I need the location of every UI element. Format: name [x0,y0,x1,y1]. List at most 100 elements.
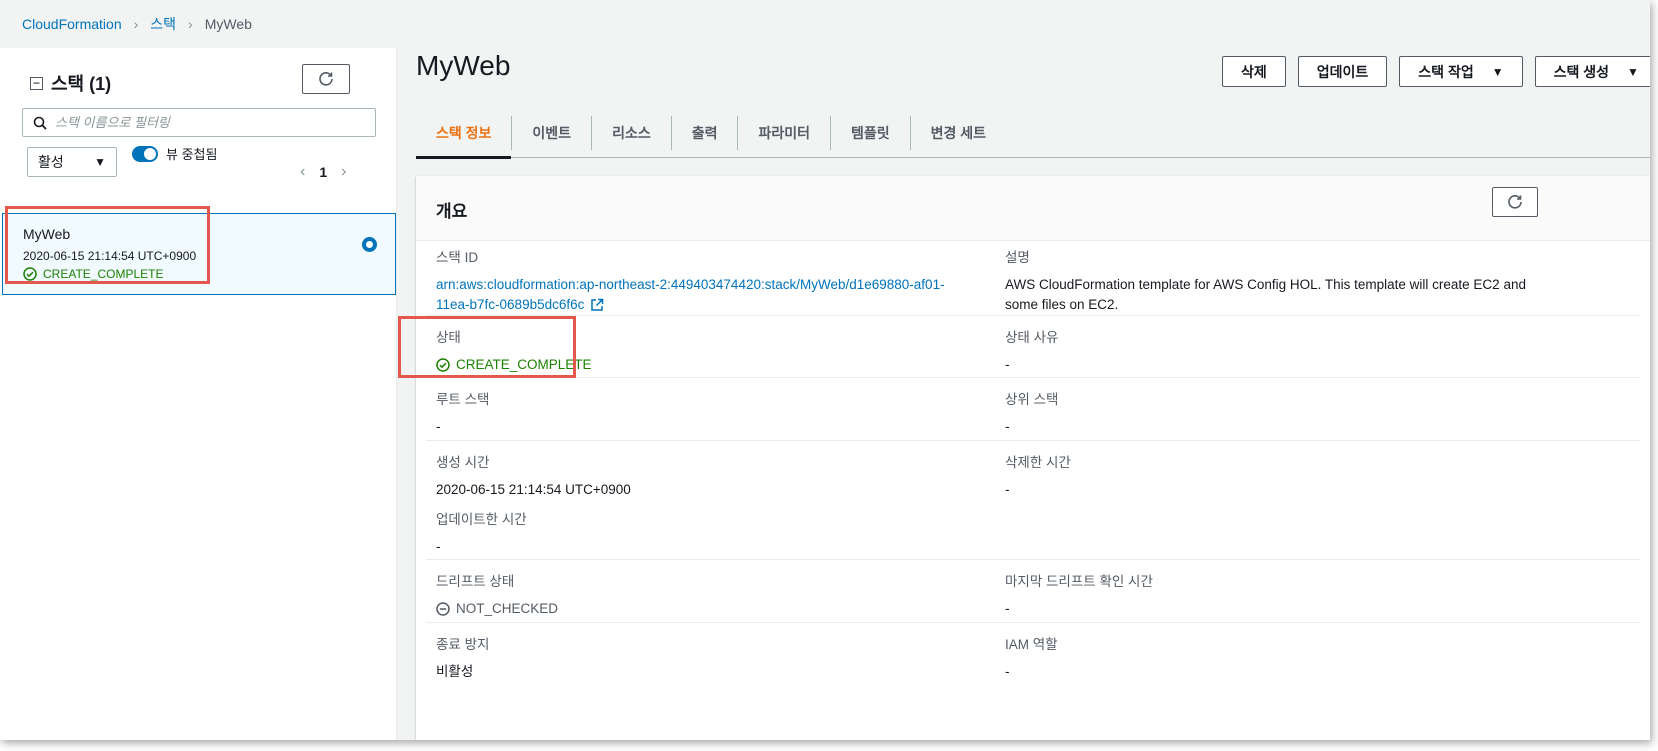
stack-actions: 삭제 업데이트 스택 작업 ▼ 스택 생성 ▼ [1222,56,1650,87]
root-stack-value: - [436,419,441,434]
refresh-icon [1508,195,1522,209]
chevron-right-icon: › [188,16,193,32]
termination-protection-field: 종료 방지 비활성 [436,633,489,682]
deleted-time-field: 삭제한 시간 - [1005,451,1071,500]
status-label: 상태 [436,330,461,345]
status-reason-value: - [1005,357,1010,372]
check-circle-icon [436,358,450,372]
root-stack-field: 루트 스택 - [436,388,489,437]
stack-actions-label: 스택 작업 [1418,63,1474,80]
drift-status-text: NOT_CHECKED [456,601,559,616]
created-time-label: 생성 시간 [436,455,490,470]
description-label: 설명 [1005,250,1030,265]
nested-view-label: 뷰 중첩됨 [166,147,218,162]
stacks-panel: − 스택 (1) 활성 ▼ 뷰 중첩됨 ‹ 1 › MyWeb 2020-06-… [0,48,397,740]
tab-outputs[interactable]: 출력 [670,116,738,150]
stack-list-item[interactable]: MyWeb 2020-06-15 21:14:54 UTC+0900 CREAT… [2,213,396,295]
status-reason-field: 상태 사유 - [1005,326,1058,375]
tab-parameters[interactable]: 파라미터 [737,116,830,150]
overview-title: 개요 [436,202,468,221]
description-line2: some files on EC2. [1005,297,1119,312]
status-value-text: CREATE_COMPLETE [456,357,592,372]
drift-status-label: 드리프트 상태 [436,574,515,589]
parent-stack-value: - [1005,419,1010,434]
breadcrumb-current: MyWeb [204,16,252,32]
stack-id-link[interactable]: 11ea-b7fc-0689b5dc6f6c [436,295,945,315]
overview-panel: 개요 스택 ID arn:aws:cloudformation:ap-north… [416,176,1650,740]
root-stack-label: 루트 스택 [436,392,490,407]
caret-down-icon: ▼ [1491,64,1504,79]
row-divider [426,440,1640,441]
tab-events[interactable]: 이벤트 [511,116,591,150]
stack-select-radio[interactable] [362,237,377,252]
stack-id-label: 스택 ID [436,250,479,265]
stacks-panel-header: − 스택 (1) [30,70,111,96]
pagination: ‹ 1 › [300,163,346,181]
create-stack-label: 스택 생성 [1553,63,1610,80]
next-page-icon[interactable]: › [341,163,346,181]
iam-role-field: IAM 역할 - [1005,633,1058,682]
current-page[interactable]: 1 [319,164,327,180]
prev-page-icon[interactable]: ‹ [300,163,305,181]
created-time-field: 생성 시간 2020-06-15 21:14:54 UTC+0900 [436,451,631,500]
deleted-time-value: - [1005,482,1010,497]
breadcrumb: CloudFormation › 스택 › MyWeb [22,14,252,34]
tab-template[interactable]: 템플릿 [830,116,910,150]
nested-view-toggle-wrap: 뷰 중첩됨 [132,144,217,163]
parent-stack-label: 상위 스택 [1005,392,1059,407]
tab-change-sets[interactable]: 변경 세트 [909,116,1006,150]
deleted-time-label: 삭제한 시간 [1005,455,1071,470]
parent-stack-field: 상위 스택 - [1005,388,1058,437]
status-filter-value: 활성 [38,154,64,170]
caret-down-icon: ▼ [1627,64,1639,79]
drift-status-field: 드리프트 상태 NOT_CHECKED [436,570,558,619]
row-divider [426,315,1640,316]
iam-role-value: - [1005,664,1010,679]
console-frame: CloudFormation › 스택 › MyWeb − 스택 (1) 활성 … [0,0,1650,740]
stacks-panel-title: 스택 (1) [51,74,112,94]
stack-id-line2[interactable]: 11ea-b7fc-0689b5dc6f6c [436,295,584,315]
delete-button[interactable]: 삭제 [1222,56,1286,87]
stack-created-time: 2020-06-15 21:14:54 UTC+0900 [23,249,197,263]
create-stack-button[interactable]: 스택 생성 ▼ [1534,56,1650,87]
iam-role-label: IAM 역할 [1005,637,1058,652]
search-icon [33,116,47,130]
tab-resources[interactable]: 리소스 [591,116,671,150]
stack-id-line1[interactable]: arn:aws:cloudformation:ap-northeast-2:44… [436,275,945,295]
drift-status-value: NOT_CHECKED [436,599,558,619]
last-drift-label: 마지막 드리프트 확인 시간 [1005,574,1153,589]
stack-search-input[interactable] [55,115,355,130]
updated-time-field: 업데이트한 시간 - [436,508,527,557]
breadcrumb-cloudformation[interactable]: CloudFormation [22,16,122,32]
status-value: CREATE_COMPLETE [436,355,592,375]
stacks-refresh-button[interactable] [302,64,350,94]
description-line1: AWS CloudFormation template for AWS Conf… [1005,277,1526,292]
stack-name[interactable]: MyWeb [23,226,70,242]
tab-stack-info[interactable]: 스택 정보 [416,116,512,159]
overview-header: 개요 [416,176,1650,241]
stack-status-text: CREATE_COMPLETE [43,267,164,281]
collapse-icon[interactable]: − [30,76,43,90]
updated-time-value: - [436,539,441,554]
description-field: 설명 AWS CloudFormation template for AWS C… [1005,246,1526,315]
stack-id-field: 스택 ID arn:aws:cloudformation:ap-northeas… [436,246,945,315]
overview-refresh-button[interactable] [1492,187,1538,217]
status-filter-select[interactable]: 활성 ▼ [27,147,117,177]
stack-tabs: 스택 정보 이벤트 리소스 출력 파라미터 템플릿 변경 세트 [416,108,1650,159]
nested-view-toggle[interactable] [132,145,158,162]
row-divider [426,622,1640,623]
updated-time-label: 업데이트한 시간 [436,512,527,527]
breadcrumb-stacks[interactable]: 스택 [150,14,176,34]
chevron-right-icon: › [133,16,139,32]
created-time-value: 2020-06-15 21:14:54 UTC+0900 [436,482,631,497]
termination-protection-value: 비활성 [436,664,474,679]
last-drift-value: - [1005,601,1010,616]
stack-search [22,108,376,137]
status-field: 상태 CREATE_COMPLETE [436,326,592,375]
row-divider [426,559,1640,560]
update-button[interactable]: 업데이트 [1297,56,1388,87]
check-circle-icon [23,267,37,281]
not-checked-icon [436,602,450,616]
external-link-icon [590,298,604,312]
stack-actions-button[interactable]: 스택 작업 ▼ [1399,56,1523,87]
